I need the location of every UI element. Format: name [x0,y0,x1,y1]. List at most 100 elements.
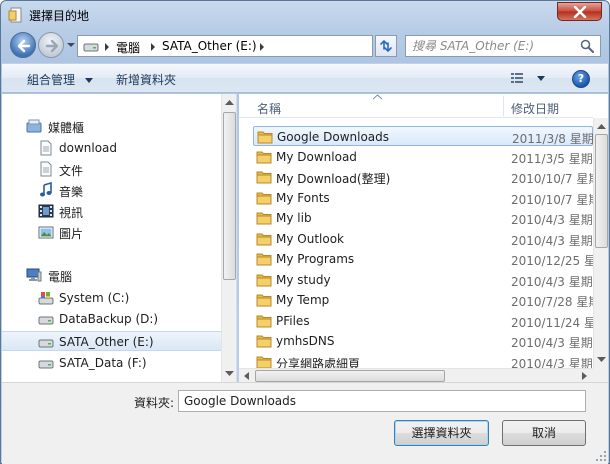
folder-icon [256,191,272,208]
folder-modified-date: 2010/4/3 星期 [511,274,593,289]
scroll-right-icon[interactable] [580,372,588,380]
breadcrumb-drive[interactable]: SATA_Other (E:) [162,39,257,53]
details-view-icon [511,73,523,83]
column-header-name[interactable]: 名稱 [257,100,281,117]
scroll-down-icon[interactable] [597,355,606,364]
folder-row[interactable]: Google Downloads 2011/3/8 星期 [253,126,594,146]
drive-icon [38,360,54,369]
list-hscroll-thumb[interactable] [255,370,445,382]
list-horizontal-scrollbar[interactable] [239,368,593,382]
file-list-pane: 名稱 修改日期 Google Downloads 2011/3/8 星期 My Do… [239,94,608,382]
scroll-left-icon[interactable] [243,372,251,380]
help-button[interactable]: ? [572,70,590,88]
new-folder-button[interactable]: 新增資料夾 [116,71,176,88]
nav-libraries[interactable]: 媒體櫃 [2,116,222,136]
folder-row[interactable]: ymhsDNS 2010/4/3 星期 [253,331,593,351]
folder-name: My Download [276,149,357,164]
folder-icon [256,273,272,290]
nav-item-music[interactable]: 音樂 [2,180,222,200]
sort-ascending-icon [373,94,382,100]
folder-modified-date: 2010/4/3 星期 [511,213,593,227]
folder-icon [256,334,272,351]
search-input[interactable] [412,38,572,54]
back-button[interactable] [10,32,36,58]
library-icon [26,119,42,133]
window-title: 選擇目的地 [29,9,90,23]
folder-name: My Fonts [276,190,330,205]
folder-row[interactable]: My Programs 2010/12/25 星 [253,249,593,269]
close-button[interactable] [557,2,602,21]
folder-modified-date: 2010/4/3 星期 [511,336,593,350]
nav-item-pictures[interactable]: 圖片 [2,222,222,242]
dialog-footer: 資料夾: 選擇資料夾 取消 [2,382,608,464]
search-box[interactable] [405,35,601,57]
address-bar[interactable]: 電腦 SATA_Other (E:) [77,35,443,57]
nav-item-videos[interactable]: 視訊 [2,201,222,221]
navigation-pane: 媒體櫃 download 文件 音樂 視訊 圖片 電腦 System (C:) … [2,94,237,382]
folder-row[interactable]: My lib 2010/4/3 星期 [253,208,593,228]
folder-row[interactable]: My Fonts 2010/10/7 星期 [253,188,593,208]
cancel-button[interactable]: 取消 [502,420,586,446]
folder-name-input[interactable] [178,390,586,412]
folder-icon [256,232,272,249]
nav-scrollbar[interactable] [221,94,236,382]
organize-button[interactable]: 組合管理 [27,71,93,88]
nav-item-documents[interactable]: 文件 [2,159,222,179]
folder-row[interactable]: PFiles 2010/11/24 星 [253,311,593,331]
folder-modified-date: 2010/10/7 星期 [511,172,593,186]
drive-icon [38,316,54,325]
nav-drive-f[interactable]: SATA_Data (F:) [2,353,222,373]
chevron-right-icon[interactable] [150,43,156,51]
nav-drive-d[interactable]: DataBackup (D:) [2,309,222,329]
folder-icon [256,252,272,269]
help-icon: ? [577,72,585,85]
computer-icon [26,268,42,282]
nav-item-label: SATA_Data (F:) [59,356,147,370]
chevron-down-icon [84,78,93,83]
chevron-right-icon[interactable] [259,43,265,51]
forward-arrow-icon [45,39,59,53]
nav-item-label: System (C:) [59,291,130,305]
scroll-down-icon[interactable] [225,369,234,378]
folder-row[interactable]: My Outlook 2010/4/3 星期 [253,229,593,249]
search-icon[interactable] [580,39,594,53]
new-folder-label: 新增資料夾 [116,73,177,87]
column-header-date[interactable]: 修改日期 [511,100,559,117]
folder-row[interactable]: My Download(整理) 2010/10/7 星期 [253,167,593,187]
organize-label: 組合管理 [27,73,76,87]
folder-modified-date: 2010/11/24 星 [511,315,593,330]
change-view-button[interactable] [510,71,546,87]
command-toolbar: 組合管理 新增資料夾 ? [2,63,608,93]
column-divider[interactable] [503,96,504,116]
folder-name: My Programs [276,252,355,266]
nav-drive-c[interactable]: System (C:) [2,288,222,308]
scroll-up-icon[interactable] [225,98,234,107]
recent-pages-dropdown-icon[interactable] [65,38,77,52]
resize-grip-icon[interactable] [596,451,606,461]
folder-row[interactable]: My study 2010/4/3 星期 [253,270,593,290]
list-vscroll-thumb[interactable] [595,134,608,248]
scroll-up-icon[interactable] [597,122,606,131]
folder-name: PFiles [276,313,310,328]
folder-name: My lib [276,211,312,225]
folder-row[interactable]: My Temp 2010/7/28 星期 [253,290,593,310]
breadcrumb-computer[interactable]: 電腦 [116,39,140,56]
folder-name: My Temp [276,293,330,307]
folder-modified-date: 2011/3/8 星期 [512,132,594,146]
forward-button[interactable] [38,32,64,58]
nav-drive-e[interactable]: SATA_Other (E:) [2,331,222,351]
refresh-button[interactable] [375,35,397,57]
nav-item-download[interactable]: download [2,138,222,158]
scroll-corner [593,368,608,382]
video-icon [38,204,54,218]
title-bar[interactable]: 選擇目的地 [1,1,609,29]
chevron-right-icon[interactable] [104,43,110,51]
folder-row[interactable]: My Download 2011/3/5 星期 [253,147,593,167]
folder-icon [256,211,272,228]
folder-icon [256,314,272,331]
nav-computer[interactable]: 電腦 [2,265,222,285]
address-row: 電腦 SATA_Other (E:) [1,29,609,63]
list-vertical-scrollbar[interactable] [593,118,608,368]
nav-scroll-thumb[interactable] [223,112,236,280]
select-folder-button[interactable]: 選擇資料夾 [394,420,489,446]
